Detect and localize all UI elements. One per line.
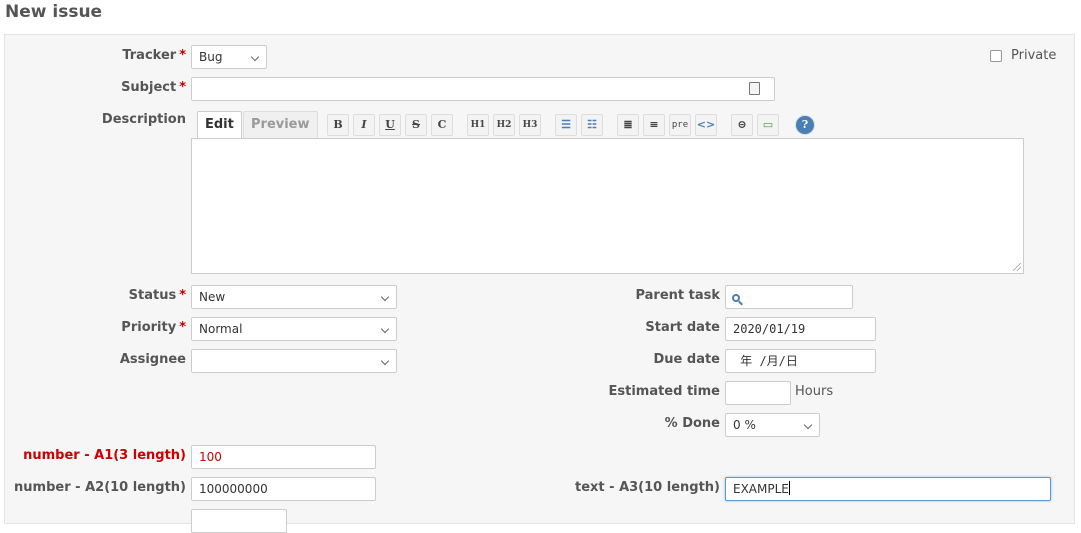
subject-label: Subject * bbox=[121, 80, 186, 95]
subject-input[interactable] bbox=[191, 77, 775, 101]
chevron-down-icon bbox=[380, 292, 390, 302]
link-button[interactable]: ⊝ bbox=[731, 114, 753, 136]
assignee-label: Assignee bbox=[119, 352, 186, 367]
chevron-down-icon bbox=[803, 420, 813, 430]
unordered-list-button[interactable]: ☰ bbox=[555, 114, 577, 136]
assignee-select[interactable] bbox=[191, 349, 397, 373]
text-cursor bbox=[788, 481, 790, 495]
done-ratio-label: % Done bbox=[664, 416, 720, 431]
text-a3-input[interactable]: EXAMPLE bbox=[725, 477, 1051, 501]
chevron-down-icon bbox=[380, 324, 390, 334]
preformatted-button[interactable]: pre bbox=[669, 114, 691, 136]
number-a1-label: number - A1(3 length) bbox=[23, 448, 186, 463]
due-date-label: Due date bbox=[653, 352, 721, 367]
resize-handle-icon[interactable] bbox=[1013, 263, 1021, 271]
strikethrough-button[interactable]: S bbox=[405, 114, 427, 136]
parent-task-input[interactable] bbox=[725, 285, 853, 309]
page-title: New issue bbox=[5, 2, 103, 22]
number-a1-input[interactable]: 100 bbox=[191, 445, 376, 469]
bold-button[interactable]: B bbox=[327, 114, 349, 136]
tracker-select[interactable]: Bug bbox=[191, 45, 267, 69]
status-select[interactable]: New bbox=[191, 285, 397, 309]
estimated-time-label: Estimated time bbox=[608, 384, 720, 399]
heading-2-button[interactable]: H2 bbox=[493, 114, 515, 136]
number-a2-input[interactable]: 100000000 bbox=[191, 477, 376, 501]
tab-edit[interactable]: Edit bbox=[197, 111, 242, 139]
private-checkbox[interactable] bbox=[990, 50, 1002, 62]
help-button[interactable]: ? bbox=[795, 115, 815, 135]
ordered-list-button[interactable]: ☷ bbox=[581, 114, 603, 136]
tracker-label: Tracker * bbox=[122, 48, 186, 63]
description-textarea[interactable] bbox=[191, 138, 1024, 274]
code-button[interactable]: C bbox=[431, 114, 453, 136]
image-button[interactable]: ▭ bbox=[757, 114, 779, 136]
estimated-time-input[interactable] bbox=[725, 381, 791, 405]
description-label: Description bbox=[101, 112, 186, 127]
italic-button[interactable]: I bbox=[353, 114, 375, 136]
heading-1-button[interactable]: H1 bbox=[467, 114, 489, 136]
unquote-button[interactable]: ≡ bbox=[643, 114, 665, 136]
parent-task-label: Parent task bbox=[635, 288, 720, 303]
start-date-input[interactable]: 2020/01/19 bbox=[725, 317, 876, 341]
search-icon bbox=[732, 294, 740, 302]
chevron-down-icon bbox=[250, 52, 260, 62]
private-label: Private bbox=[1011, 48, 1057, 63]
highlighted-code-button[interactable]: <> bbox=[695, 114, 717, 136]
due-date-input[interactable]: 年 /月/日 bbox=[725, 349, 876, 373]
tab-preview[interactable]: Preview bbox=[243, 111, 318, 139]
chevron-down-icon bbox=[380, 356, 390, 366]
number-a2-label: number - A2(10 length) bbox=[14, 480, 186, 495]
done-ratio-select[interactable]: 0 % bbox=[725, 413, 820, 437]
underline-button[interactable]: U bbox=[379, 114, 401, 136]
status-label: Status * bbox=[128, 288, 186, 303]
heading-3-button[interactable]: H3 bbox=[519, 114, 541, 136]
text-a3-label: text - A3(10 length) bbox=[575, 480, 720, 495]
priority-select[interactable]: Normal bbox=[191, 317, 397, 341]
hours-unit: Hours bbox=[795, 384, 834, 399]
password-manager-icon[interactable] bbox=[749, 82, 760, 95]
start-date-label: Start date bbox=[645, 320, 720, 335]
priority-label: Priority * bbox=[121, 320, 186, 335]
quote-button[interactable]: ≣ bbox=[617, 114, 639, 136]
